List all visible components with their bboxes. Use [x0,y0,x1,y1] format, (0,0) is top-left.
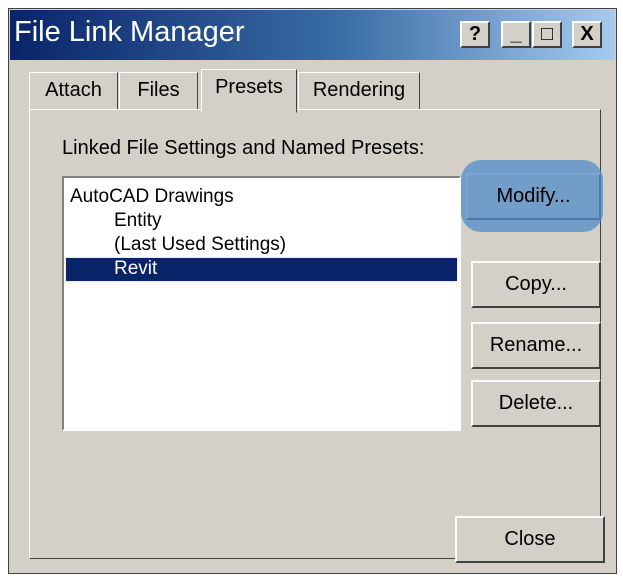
maximize-button[interactable]: □ [532,21,562,48]
window-title: File Link Manager [14,16,245,48]
tab-label: Rendering [312,79,406,101]
list-item-revit[interactable]: Revit [65,257,458,282]
delete-button-label: Delete... [498,392,574,414]
list-item-label: AutoCAD Drawings [70,186,234,207]
list-item-last-used-settings[interactable]: (Last Used Settings) [114,234,286,256]
minimize-button[interactable]: _ [501,21,531,48]
close-button-label: Close [504,528,556,550]
modify-button[interactable]: Modify... [466,173,601,220]
close-window-button[interactable]: X [572,21,602,48]
tab-files[interactable]: Files [119,72,198,110]
close-button[interactable]: Close [455,516,605,563]
copy-button[interactable]: Copy... [471,261,601,308]
help-icon: ? [468,23,482,45]
section-label: Linked File Settings and Named Presets: [62,137,425,159]
rename-button-label: Rename... [489,334,583,356]
delete-button[interactable]: Delete... [471,380,601,427]
minimize-icon: _ [510,23,522,45]
close-icon: X [580,23,594,45]
tab-label: Presets [215,76,283,98]
list-item-entity[interactable]: Entity [114,210,162,232]
modify-button-label: Modify... [496,185,571,207]
copy-button-label: Copy... [505,273,567,295]
help-button[interactable]: ? [460,21,490,48]
presets-list[interactable]: AutoCAD Drawings Entity (Last Used Setti… [62,176,461,431]
list-item-label: Revit [114,258,158,279]
list-item-autocad-drawings[interactable]: AutoCAD Drawings [70,186,234,208]
tab-label: Attach [45,79,102,101]
tab-label: Files [137,79,180,101]
list-item-label: (Last Used Settings) [114,234,287,255]
tab-attach[interactable]: Attach [29,72,118,110]
title-bar[interactable]: File Link Manager ? _ □ X [10,10,615,60]
maximize-icon: □ [540,23,554,45]
tab-presets[interactable]: Presets [201,69,297,113]
tab-rendering[interactable]: Rendering [298,72,420,110]
rename-button[interactable]: Rename... [471,322,601,369]
list-item-label: Entity [114,210,162,231]
